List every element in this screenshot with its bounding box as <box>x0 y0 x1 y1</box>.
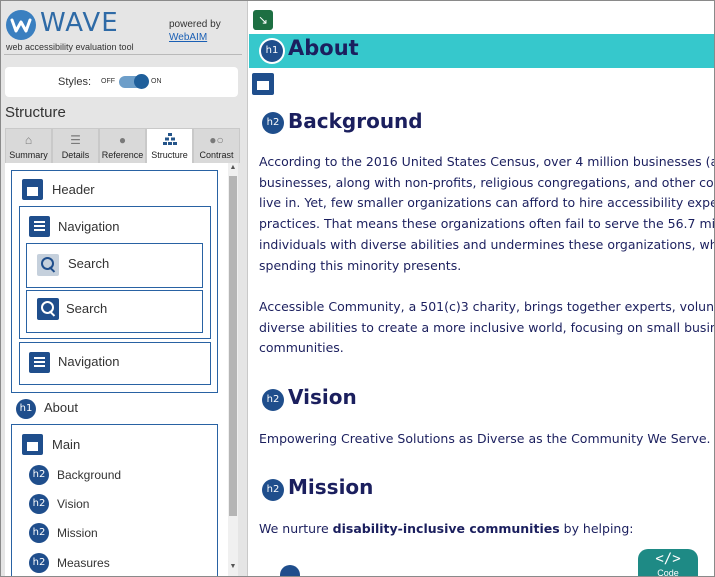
tab-label: Reference <box>101 150 144 160</box>
vision-text: Empowering Creative Solutions as Diverse… <box>259 431 711 446</box>
tab-label: Structure <box>151 150 188 160</box>
text-line: spending this minority presents. <box>259 257 462 273</box>
search-landmark-icon <box>37 298 59 320</box>
background-heading: Background <box>288 109 423 133</box>
search-label: Search <box>66 301 108 316</box>
structure-icon <box>147 133 192 148</box>
tab-details[interactable]: ☰ Details <box>52 128 99 163</box>
text-line: practices. That means these organization… <box>259 216 715 232</box>
tab-reference[interactable]: ● Reference <box>99 128 146 163</box>
scroll-down-arrow-icon[interactable]: ▼ <box>228 563 238 570</box>
tab-structure[interactable]: Structure <box>146 128 193 163</box>
h2-badge: h2 <box>262 479 284 501</box>
wave-sidebar: WAVE web accessibility evaluation tool p… <box>1 1 248 576</box>
h2-badge: h2 <box>29 553 49 573</box>
structure-tree: Header Navigation Search Search Navigati… <box>5 163 238 576</box>
tree-scrollbar[interactable]: ▲ ▼ <box>228 163 238 576</box>
wave-logo-icon <box>6 10 36 40</box>
info-icon: ● <box>118 133 127 147</box>
browser-viewport: WAVE web accessibility evaluation tool p… <box>0 0 715 577</box>
main-label: Main <box>52 437 81 452</box>
about-heading: About <box>288 36 359 60</box>
contrast-icon: ●○ <box>209 133 224 147</box>
mission-suffix: by helping: <box>559 521 634 536</box>
background-paragraph: Accessible Community, a 501(c)3 charity,… <box>259 297 715 359</box>
h2-badge: h2 <box>262 112 284 134</box>
code-icon: </> <box>655 551 681 567</box>
mission-heading: Mission <box>288 475 374 499</box>
styles-off-label: OFF <box>101 78 115 85</box>
styles-label: Styles: <box>58 76 92 88</box>
main-landmark-icon <box>22 434 43 455</box>
h2-badge: h2 <box>262 389 284 411</box>
divider <box>4 54 242 55</box>
tab-contrast[interactable]: ●○ Contrast <box>193 128 240 163</box>
heading-measures[interactable]: Measures <box>57 554 110 572</box>
page-content: ↘ h1 About h2 Background According to th… <box>249 1 715 577</box>
navigation-landmark-icon <box>29 352 50 373</box>
powered-by-label: powered by <box>169 19 221 30</box>
search-landmark-icon <box>37 254 59 276</box>
list-icon: ☰ <box>70 133 81 147</box>
tab-label: Contrast <box>199 150 234 160</box>
navigation-landmark-icon <box>29 216 50 237</box>
h2-badge: h2 <box>29 465 49 485</box>
text-line: communities. <box>259 340 344 356</box>
toggle-knob <box>134 74 149 89</box>
background-paragraph: According to the 2016 United States Cens… <box>259 152 715 276</box>
h1-badge: h1 <box>16 399 36 419</box>
search-label: Search <box>68 256 110 271</box>
heading-mission[interactable]: Mission <box>57 524 98 542</box>
mission-text: We nurture disability-inclusive communit… <box>259 519 714 540</box>
text-line: businesses, along with non-profits, reli… <box>259 174 715 190</box>
mission-bold: disability-inclusive communities <box>332 521 560 536</box>
styles-toggle[interactable] <box>119 74 149 89</box>
panel-title: Structure <box>5 104 66 121</box>
main-landmark-icon <box>252 73 274 95</box>
text-line: individuals with diverse abilities and u… <box>259 236 715 252</box>
heading-about[interactable]: About <box>44 399 78 417</box>
scroll-thumb[interactable] <box>229 176 237 516</box>
wave-tagline: web accessibility evaluation tool <box>6 42 134 52</box>
about-banner: h1 About <box>249 34 714 68</box>
excel-export-icon[interactable]: ↘ <box>253 10 273 30</box>
tab-label: Summary <box>9 150 48 160</box>
h1-badge: h1 <box>261 40 283 62</box>
h2-badge: h2 <box>29 494 49 514</box>
webaim-link[interactable]: WebAIM <box>169 32 207 43</box>
h2-badge: h2 <box>29 523 49 543</box>
home-icon: ⌂ <box>24 133 33 147</box>
mission-prefix: We nurture <box>259 521 333 536</box>
text-line: According to the 2016 United States Cens… <box>259 154 715 169</box>
navigation-label: Navigation <box>58 219 120 234</box>
scroll-up-arrow-icon[interactable]: ▲ <box>228 164 238 171</box>
vision-heading: Vision <box>288 385 357 409</box>
text-line: live in. Yet, few smaller organizations … <box>259 195 715 211</box>
text-line: Accessible Community, a 501(c)3 charity,… <box>259 299 715 314</box>
navigation-label: Navigation <box>58 354 120 369</box>
styles-toggle-box: Styles: OFF ON <box>5 67 238 97</box>
list-landmark-icon <box>280 565 300 576</box>
header-landmark-icon <box>22 179 43 200</box>
tab-label: Details <box>61 150 90 160</box>
code-button[interactable]: </> Code <box>638 549 698 577</box>
text-line: diverse abilities to create a more inclu… <box>259 319 715 335</box>
heading-vision[interactable]: Vision <box>57 495 89 513</box>
tab-summary[interactable]: ⌂ Summary <box>5 128 52 163</box>
header-label: Header <box>52 182 95 197</box>
code-label: Code <box>657 568 679 577</box>
heading-background[interactable]: Background <box>57 466 121 484</box>
styles-on-label: ON <box>151 78 162 85</box>
wave-logo-text: WAVE <box>40 8 119 38</box>
